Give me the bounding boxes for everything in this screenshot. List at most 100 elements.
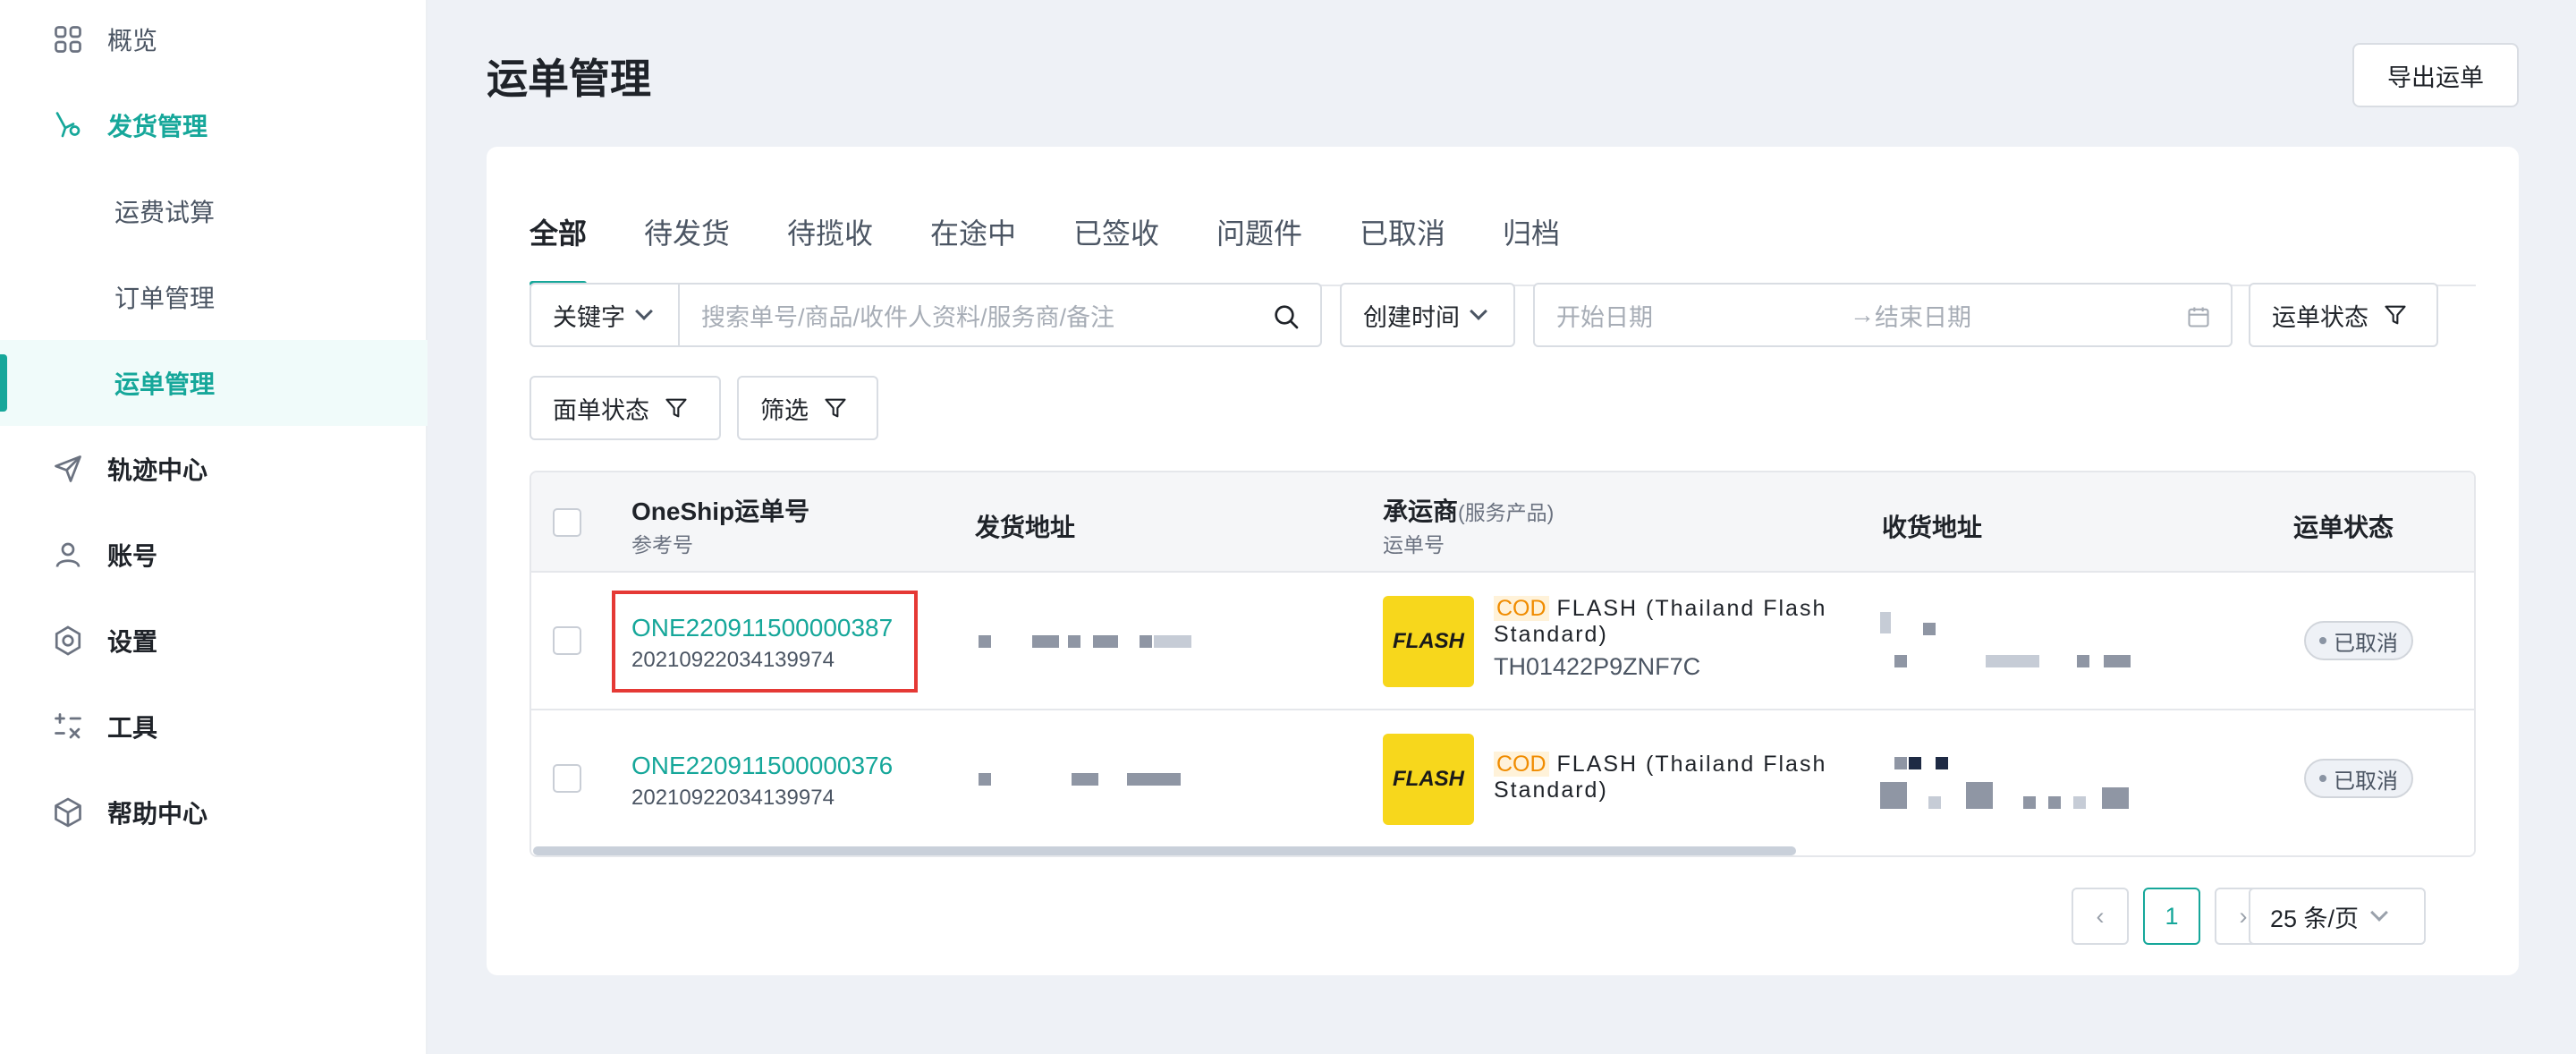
chevron-right-icon: › [2239,902,2248,930]
sidebar-item-tools[interactable]: 工具 [0,684,428,769]
sidebar-item-settings[interactable]: 设置 [0,598,428,684]
chevron-down-icon [1470,302,1487,320]
sidebar-item-tracking[interactable]: 轨迹中心 [0,426,428,512]
sidebar-item-waybills[interactable]: 运单管理 [0,340,428,426]
flash-logo-text: FLASH [1393,629,1464,653]
select-all-checkbox[interactable] [553,508,581,537]
flash-carrier-logo: FLASH [1383,596,1474,687]
col-from-address: 发货地址 [975,514,1076,541]
time-type-label: 创建时间 [1363,303,1460,331]
keyword-select[interactable]: 关键字 [530,283,680,347]
tab-pending-pickup[interactable]: 待揽收 [787,211,873,252]
page-size-select[interactable]: 25 条/页 [2249,888,2426,945]
status-tabs: 全部 待发货 待揽收 在途中 已签收 问题件 已取消 归档 [530,179,2476,286]
sidebar-item-orders[interactable]: 订单管理 [0,254,428,340]
tab-archived[interactable]: 归档 [1503,211,1560,252]
sidebar: 概览 发货管理 运费试算 订单管理 运单管理 轨迹中心 账号 设置 工具 帮助中… [0,0,428,1054]
oneship-number-link[interactable]: ONE220911500000376 [631,752,893,780]
table-row[interactable]: ONE220911500000376 20210922034139974 FLA… [531,710,2474,848]
label-status-filter[interactable]: 面单状态 [530,376,721,440]
col-tracking-no: 运单号 [1383,533,1445,557]
shipment-status-filter-label: 运单状态 [2272,303,2368,331]
status-badge: 已取消 [2304,759,2413,798]
box-icon [55,797,81,828]
page-title: 运单管理 [487,55,651,102]
sidebar-item-label: 运费试算 [114,199,216,226]
col-carrier: 承运商(服务产品) [1383,492,1554,528]
col-to-address: 收货地址 [1882,514,1983,541]
oneship-number-link[interactable]: ONE220911500000387 [631,614,893,642]
shipment-status-filter[interactable]: 运单状态 [2249,283,2438,347]
search-placeholder: 搜索单号/商品/收件人资料/服务商/备注 [701,303,1115,331]
sidebar-item-shipping[interactable]: 发货管理 [0,82,428,168]
time-type-select[interactable]: 创建时间 [1340,283,1515,347]
waybill-card: 全部 待发货 待揽收 在途中 已签收 问题件 已取消 归档 关键字 搜索单号/商… [487,147,2519,975]
keyword-select-label: 关键字 [553,303,625,331]
reference-number: 20210922034139974 [631,786,835,810]
sidebar-item-overview[interactable]: 概览 [0,0,428,82]
sidebar-item-label: 运单管理 [114,370,216,398]
scrollbar-thumb[interactable] [533,846,1796,855]
filter-icon [825,398,846,418]
reference-number: 20210922034139974 [631,648,835,672]
cod-badge: COD [1494,596,1549,621]
filter-icon [665,398,687,418]
tab-delivered[interactable]: 已签收 [1073,211,1159,252]
chevron-down-icon [2370,904,2388,922]
sidebar-item-label: 订单管理 [114,285,216,312]
page-number-current[interactable]: 1 [2143,888,2200,945]
carrier-service: COD FLASH (Thailand Flash Standard) [1494,596,1852,648]
col-oneship-no: OneShip运单号 [631,497,810,525]
grid-icon [55,26,81,53]
label-status-filter-label: 面单状态 [553,396,649,424]
search-input[interactable]: 搜索单号/商品/收件人资料/服务商/备注 [678,283,1322,347]
sidebar-item-label: 帮助中心 [107,800,208,828]
status-badge: 已取消 [2304,621,2413,660]
more-filter-label: 筛选 [760,396,809,424]
calendar-icon [2188,307,2209,327]
col-ref-no: 参考号 [631,533,693,557]
col-carrier-sub: (服务产品) [1458,501,1555,524]
search-icon[interactable] [1272,302,1301,331]
page-size-label: 25 条/页 [2270,905,2360,932]
flash-carrier-logo: FLASH [1383,734,1474,825]
col-status: 运单状态 [2293,514,2394,541]
sidebar-item-label: 设置 [107,628,158,656]
row-checkbox[interactable] [553,626,581,655]
user-icon [55,542,80,567]
cod-badge: COD [1494,752,1549,777]
date-range-picker[interactable]: 开始日期 → 结束日期 [1533,283,2233,347]
tab-all[interactable]: 全部 [530,211,587,252]
calculator-icon [55,713,81,739]
filter-icon [2385,305,2406,325]
prev-page-button[interactable]: ‹ [2072,888,2129,945]
more-filter-button[interactable]: 筛选 [737,376,878,440]
chevron-left-icon: ‹ [2096,902,2105,930]
flash-logo-text: FLASH [1393,767,1464,791]
sidebar-item-account[interactable]: 账号 [0,512,428,598]
tab-cancelled[interactable]: 已取消 [1360,211,1445,252]
waybill-table: OneShip运单号 参考号 发货地址 承运商(服务产品) 运单号 收货地址 运… [530,471,2476,857]
sidebar-item-label: 概览 [107,27,158,55]
export-waybills-button[interactable]: 导出运单 [2352,43,2519,107]
shipping-hand-icon [55,112,80,138]
tab-problem[interactable]: 问题件 [1216,211,1302,252]
sidebar-item-label: 账号 [107,542,158,570]
horizontal-scrollbar[interactable] [531,845,2474,855]
tab-pending-shipment[interactable]: 待发货 [644,211,730,252]
carrier-service: COD FLASH (Thailand Flash Standard) [1494,752,1852,803]
sidebar-item-label: 轨迹中心 [107,456,208,484]
table-header: OneShip运单号 参考号 发货地址 承运商(服务产品) 运单号 收货地址 运… [531,472,2474,573]
end-date-input[interactable]: 结束日期 [1853,298,1971,333]
col-carrier-label: 承运商 [1383,497,1459,525]
settings-icon [55,625,81,656]
sidebar-item-help[interactable]: 帮助中心 [0,769,428,855]
sidebar-item-label: 发货管理 [107,113,208,140]
chevron-down-icon [635,302,653,320]
table-row[interactable]: ONE220911500000387 20210922034139974 FLA… [531,573,2474,710]
row-checkbox[interactable] [553,764,581,793]
sidebar-item-freight-calc[interactable]: 运费试算 [0,168,428,254]
tab-in-transit[interactable]: 在途中 [930,211,1016,252]
sidebar-item-label: 工具 [107,714,158,742]
start-date-input[interactable]: 开始日期 [1535,298,1653,333]
